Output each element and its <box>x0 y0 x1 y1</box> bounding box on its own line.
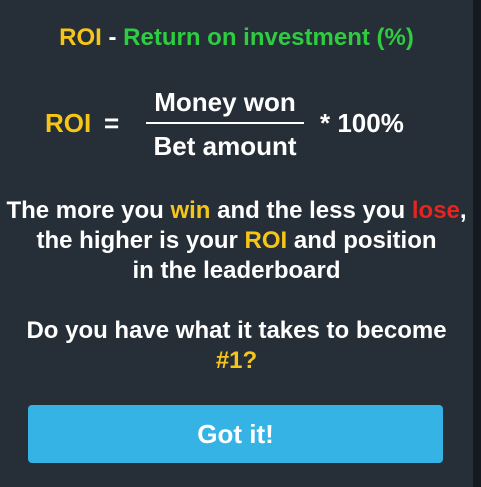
title-term: ROI <box>59 24 102 51</box>
challenge-line-1: Do you have what it takes to become <box>26 317 447 344</box>
description-line-1: The more you win and the less you lose, <box>0 196 473 226</box>
formula-denominator: Bet amount <box>153 131 297 161</box>
desc-text-1b: and the less you <box>210 197 412 224</box>
formula-numerator: Money won <box>154 87 296 117</box>
formula-multiplier: * 100% <box>320 108 404 138</box>
desc-win: win <box>170 197 211 224</box>
challenge-text: Do you have what it takes to become #1? <box>0 316 473 376</box>
roi-formula: ROI = Money won Bet amount * 100% <box>0 86 473 161</box>
formula-equals: = <box>104 108 120 138</box>
window-edge <box>473 0 481 487</box>
description-line-3: in the leaderboard <box>132 257 341 284</box>
desc-lose: lose <box>411 197 460 224</box>
desc-roi: ROI <box>244 227 288 254</box>
desc-text-1a: The more you <box>6 197 171 224</box>
got-it-button[interactable]: Got it! <box>28 405 443 463</box>
desc-text-2a: the higher is your <box>36 227 245 254</box>
title-definition: Return on investment (%) <box>123 24 414 51</box>
formula-lhs: ROI <box>45 108 92 138</box>
title-separator: - <box>101 24 124 51</box>
formula-fraction: Money won Bet amount <box>146 86 304 162</box>
description-line-2: the higher is your ROI and position <box>0 226 473 256</box>
roi-info-dialog: ROI - Return on investment (%) ROI = Mon… <box>0 0 473 487</box>
desc-text-2b: and position <box>287 227 437 254</box>
desc-text-1c: , <box>459 197 467 224</box>
challenge-rank: #1? <box>215 347 258 374</box>
dialog-title: ROI - Return on investment (%) <box>0 24 473 52</box>
roi-description: The more you win and the less you lose, … <box>0 196 473 286</box>
fraction-bar <box>146 122 304 124</box>
